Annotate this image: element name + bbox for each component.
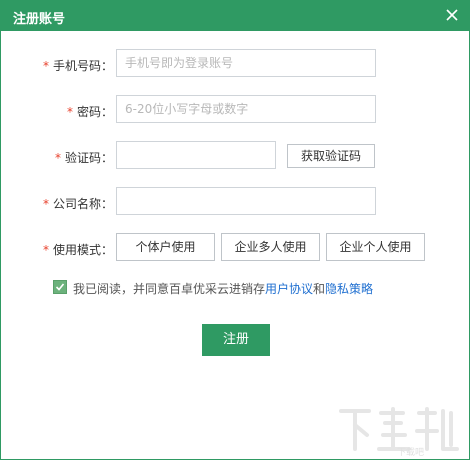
- password-label-text: 密码：: [76, 105, 113, 119]
- mode-label-text: 使用模式：: [52, 243, 113, 257]
- required-mark: *: [42, 197, 49, 211]
- get-code-button[interactable]: 获取验证码: [287, 144, 375, 168]
- required-mark: *: [54, 151, 61, 165]
- password-input[interactable]: [116, 95, 376, 123]
- phone-label-text: 手机号码：: [52, 59, 113, 73]
- code-label-text: 验证码：: [64, 151, 113, 165]
- required-mark: *: [42, 59, 49, 73]
- company-row: * 公司名称：: [1, 187, 469, 219]
- watermark-logo: 下载吧: [333, 401, 463, 458]
- title-bar: 注册账号: [1, 1, 469, 31]
- code-input[interactable]: [116, 141, 276, 169]
- dialog-title: 注册账号: [13, 12, 66, 27]
- agree-checkbox[interactable]: [53, 280, 67, 294]
- company-input[interactable]: [116, 187, 376, 215]
- agreement-and: 和: [313, 282, 326, 296]
- company-label: * 公司名称：: [43, 195, 113, 212]
- user-agreement-link[interactable]: 用户协议: [265, 282, 313, 296]
- agreement: 我已阅读，并同意百卓优采云进销存用户协议和隐私策略: [53, 279, 453, 297]
- mode-label: * 使用模式：: [43, 241, 113, 258]
- watermark-text: 下载吧: [397, 446, 424, 457]
- agreement-text: 我已阅读，并同意百卓优采云进销存用户协议和隐私策略: [73, 280, 373, 297]
- company-label-text: 公司名称：: [52, 197, 113, 211]
- privacy-policy-link[interactable]: 隐私策略: [325, 282, 373, 296]
- phone-row: * 手机号码：: [1, 49, 469, 81]
- check-icon: [55, 283, 65, 291]
- phone-label: * 手机号码：: [43, 57, 113, 74]
- required-mark: *: [42, 243, 49, 257]
- mode-option-enterprise-multi[interactable]: 企业多人使用: [221, 233, 320, 261]
- password-label: * 密码：: [67, 103, 113, 120]
- phone-input[interactable]: [116, 49, 376, 77]
- mode-row: * 使用模式： 个体户使用 企业多人使用 企业个人使用: [1, 233, 469, 265]
- mode-option-individual[interactable]: 个体户使用: [116, 233, 215, 261]
- required-mark: *: [66, 105, 73, 119]
- mode-option-enterprise-single[interactable]: 企业个人使用: [326, 233, 425, 261]
- agreement-lead: 我已阅读，并同意百卓优采云进销存: [73, 282, 266, 296]
- close-icon[interactable]: [441, 4, 463, 26]
- password-row: * 密码：: [1, 95, 469, 127]
- code-row: * 验证码： 获取验证码: [1, 141, 469, 173]
- register-dialog: 注册账号 *手机号码： *密码： *验证码： 获取验证码 *公司名称： *使用模…: [0, 0, 470, 460]
- register-button[interactable]: 注册: [202, 324, 270, 356]
- code-label: * 验证码：: [55, 149, 113, 166]
